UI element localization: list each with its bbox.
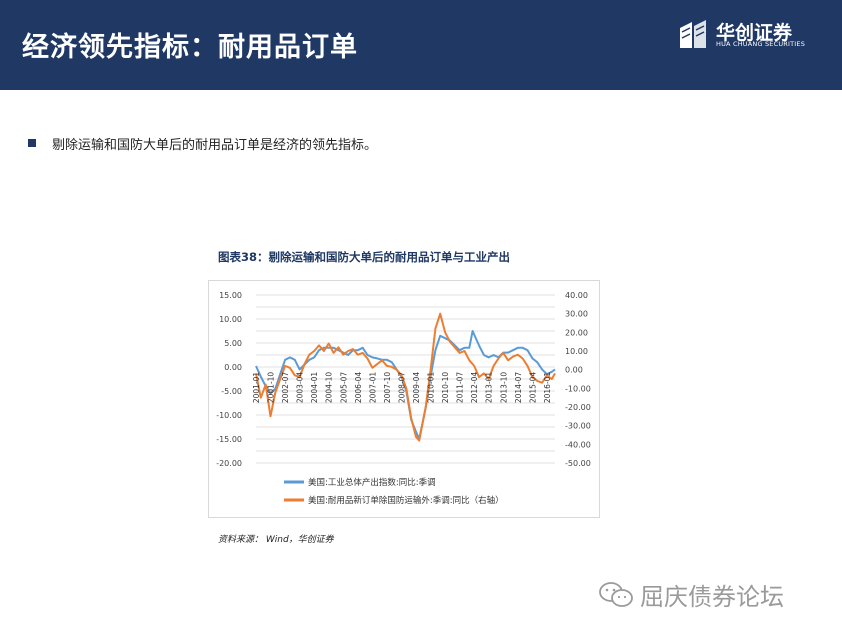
logo-text-en: HUA CHUANG SECURITIES (716, 40, 806, 48)
x-tick-label: 2015-04 (528, 372, 537, 404)
x-tick-label: 2003-04 (296, 372, 305, 404)
x-tick-label: 2007-10 (383, 372, 392, 404)
y-right-tick-label: -50.00 (565, 459, 591, 468)
legend-label-1: 美国:工业总体产出指数:同比:季调 (308, 477, 436, 488)
x-tick-label: 2002-07 (281, 372, 290, 404)
x-tick-label: 2004-10 (325, 372, 334, 404)
chart-frame: 15.00 10.00 5.00 0.00 -5.00 -10.00 -15.00 -20.0… (208, 280, 600, 518)
page-title: 经济领先指标：耐用品订单 (22, 32, 358, 63)
y-right-tick-label: -30.00 (565, 422, 591, 431)
x-tick-label: 2005-07 (339, 372, 348, 404)
y-left-tick-label: 15.00 (219, 291, 242, 300)
x-tick-label: 2008-07 (398, 372, 407, 404)
y-right-tick-label: 20.00 (565, 328, 588, 337)
y-right-tick-label: 40.00 (565, 291, 588, 300)
y-left-tick-label: -10.00 (216, 411, 242, 420)
wechat-icon (599, 582, 633, 607)
y-left-tick-label: 0.00 (224, 363, 242, 372)
chart-source: 资料来源： Wind，华创证券 (218, 535, 334, 545)
bullet-square-icon (28, 139, 36, 147)
y-left-tick-label: -5.00 (221, 387, 242, 396)
x-tick-label: 2011-07 (456, 372, 465, 404)
x-tick-label: 2009-04 (412, 372, 421, 404)
x-tick-label: 2007-01 (368, 372, 377, 404)
y-right-tick-label: 0.00 (565, 366, 583, 375)
y-left-tick-label: -15.00 (216, 435, 242, 444)
logo-mark-icon (680, 20, 706, 48)
x-tick-label: 2013-10 (499, 372, 508, 404)
x-tick-label: 2006-04 (354, 372, 363, 404)
y-left-tick-label: 10.00 (219, 315, 242, 324)
bullet-text: 剔除运输和国防大单后的耐用品订单是经济的领先指标。 (52, 138, 378, 153)
x-tick-label: 2010-10 (441, 372, 450, 404)
y-right-tick-label: 30.00 (565, 310, 588, 319)
x-tick-label: 2013-01 (485, 372, 494, 404)
y-left-tick-label: -20.00 (216, 459, 242, 468)
company-logo: 华创证券 HUA CHUANG SECURITIES (678, 20, 818, 54)
chart-caption: 图表38：剔除运输和国防大单后的耐用品订单与工业产出 (218, 250, 511, 264)
x-tick-label: 2012-04 (470, 372, 479, 404)
y-left-tick-label: 5.00 (224, 339, 242, 348)
x-tick-label: 2016-01 (543, 372, 552, 404)
header-bar: 经济领先指标：耐用品订单 华创证券 HUA CHUANG SECURITIES (0, 0, 842, 90)
legend-label-2: 美国:耐用品新订单除国防运输外:季调:同比（右轴） (308, 495, 504, 506)
line-chart: 15.00 10.00 5.00 0.00 -5.00 -10.00 -15.00 -20.0… (216, 291, 591, 506)
x-tick-label: 2001-10 (267, 372, 276, 404)
x-tick-label: 2001-01 (252, 372, 261, 404)
y-right-tick-label: 10.00 (565, 347, 588, 356)
watermark-text: 屈庆债券论坛 (640, 583, 784, 611)
y-right-tick-label: -40.00 (565, 440, 591, 449)
y-right-tick-label: -20.00 (565, 403, 591, 412)
y-right-tick-label: -10.00 (565, 384, 591, 393)
x-tick-label: 2010-01 (427, 372, 436, 404)
watermark: 屈庆债券论坛 (598, 577, 828, 611)
x-tick-label: 2004-01 (310, 372, 319, 404)
x-tick-label: 2014-07 (514, 372, 523, 404)
